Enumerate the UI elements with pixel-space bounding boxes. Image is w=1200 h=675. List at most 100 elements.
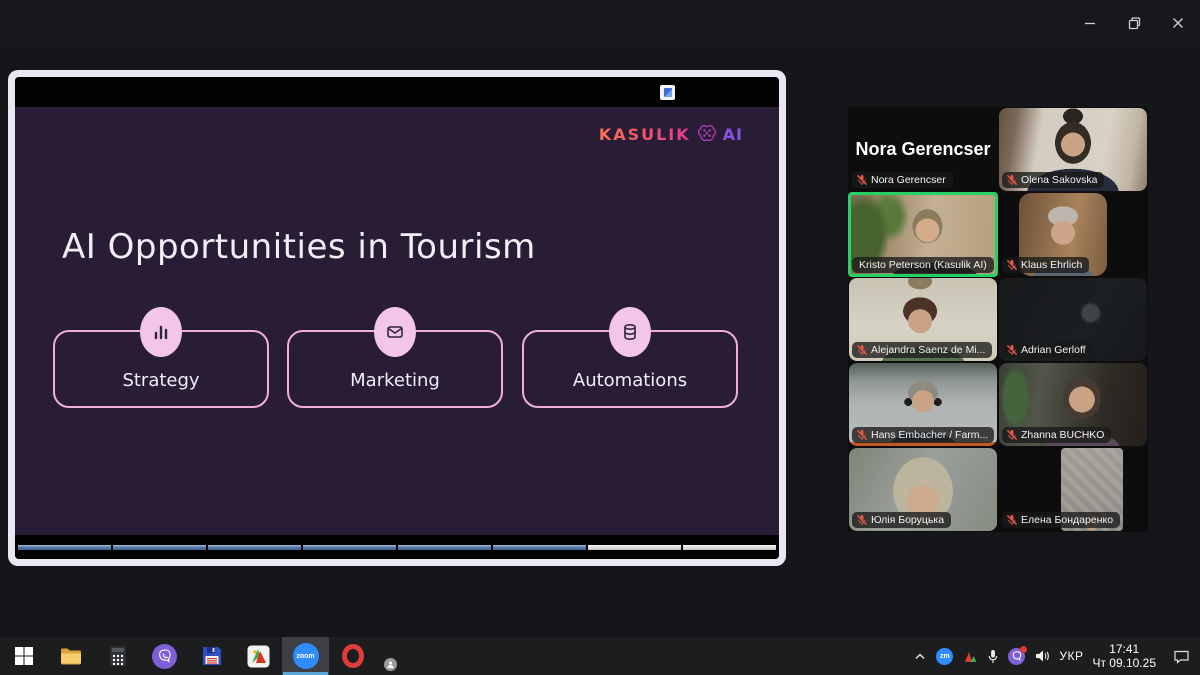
tray-microphone-button[interactable] — [987, 649, 999, 664]
speaker-icon — [1034, 649, 1050, 663]
meeting-main-area: KASULIK AI AI Opportunities in Tourism — [0, 46, 1200, 637]
participant-tile-adrian-gerloff[interactable]: Adrian Gerloff — [998, 277, 1148, 362]
viber-button[interactable] — [141, 637, 188, 675]
floppy-disk-icon — [200, 644, 224, 668]
participant-tile-olena-sakovska[interactable]: Olena Sakovska — [998, 107, 1148, 192]
window-controls — [1068, 0, 1200, 46]
restore-icon — [1128, 17, 1141, 30]
minimize-icon — [1084, 17, 1096, 29]
kasulik-ai-logo: KASULIK AI — [599, 124, 743, 144]
progress-segment — [113, 545, 206, 550]
tray-chevron-button[interactable] — [913, 650, 927, 662]
start-button[interactable] — [0, 637, 47, 675]
participant-name-label: Alejandra Saenz de Mi... — [852, 342, 992, 358]
envelope-icon — [374, 307, 416, 357]
calculator-button[interactable] — [94, 637, 141, 675]
viber-icon — [152, 644, 177, 669]
chevron-up-icon — [913, 650, 927, 662]
slide-progress-bar — [18, 545, 776, 550]
progress-segment — [208, 545, 301, 550]
participant-tile-nora-gerencser[interactable]: Nora Gerencser Nora Gerencser — [848, 107, 998, 192]
participant-name-label: Юлія Боруцька — [852, 512, 951, 528]
tray-time: 17:41 — [1092, 642, 1156, 656]
file-explorer-icon — [58, 643, 84, 669]
participant-tile-hans-embacher[interactable]: Hans Embacher / Farm... — [848, 362, 998, 447]
zoom-app-button[interactable]: zoom — [282, 637, 329, 675]
edge-icon — [387, 643, 413, 669]
participant-name-label: Nora Gerencser — [852, 172, 953, 188]
tray-viber-button[interactable] — [1008, 648, 1025, 665]
participant-tile-alejandra-saenz[interactable]: Alejandra Saenz de Mi... — [848, 277, 998, 362]
shared-screen-frame: KASULIK AI AI Opportunities in Tourism — [8, 70, 786, 566]
participant-name-label: Hans Embacher / Farm... — [852, 427, 994, 443]
action-center-button[interactable] — [1173, 649, 1190, 664]
muted-mic-icon — [1006, 344, 1018, 356]
participant-tile-klaus-ehrlich[interactable]: Klaus Ehrlich — [998, 192, 1148, 277]
participant-tile-yulia-borutska[interactable]: Юлія Боруцька — [848, 447, 998, 532]
action-center-icon — [1173, 649, 1190, 664]
progress-segment — [398, 545, 491, 550]
restore-button[interactable] — [1112, 0, 1156, 46]
calculator-icon — [106, 644, 130, 668]
close-button[interactable] — [1156, 0, 1200, 46]
taskbar-apps: zoom — [0, 637, 423, 675]
shared-screen-top-strip — [15, 77, 779, 107]
brain-icon — [696, 124, 718, 144]
card-automations-label: Automations — [524, 370, 736, 391]
tray-graphics-button[interactable] — [962, 649, 978, 664]
participant-name-label: Елена Бондаренко — [1002, 512, 1120, 528]
participants-panel: Nora Gerencser Nora Gerencser Olena Sako… — [848, 107, 1148, 532]
shared-screen-content: KASULIK AI AI Opportunities in Tourism — [15, 77, 779, 559]
presentation-slide: KASULIK AI AI Opportunities in Tourism — [15, 107, 779, 535]
participant-display-name: Nora Gerencser — [848, 139, 998, 160]
progress-segment — [303, 545, 396, 550]
bar-chart-icon — [140, 307, 182, 357]
muted-mic-icon — [856, 174, 868, 186]
progress-segment — [588, 545, 681, 550]
muted-mic-icon — [1006, 514, 1018, 526]
muted-mic-icon — [856, 344, 868, 356]
participant-tile-kristo-peterson[interactable]: Kristo Peterson (Kasulik AI) — [848, 192, 998, 277]
participant-tile-elena-bondarenko[interactable]: Елена Бондаренко — [998, 447, 1148, 532]
tray-clock[interactable]: 17:41 Чт 09.10.25 — [1092, 642, 1156, 670]
language-indicator[interactable]: УКР — [1059, 649, 1083, 663]
file-explorer-button[interactable] — [47, 637, 94, 675]
brand-suffix: AI — [723, 125, 743, 144]
shared-screen-bottom-strip — [15, 535, 779, 559]
windows-taskbar: zoom zm — [0, 637, 1200, 675]
progress-segment — [493, 545, 586, 550]
card-strategy: Strategy — [53, 330, 269, 408]
window-titlebar — [0, 0, 1200, 46]
progress-segment — [18, 545, 111, 550]
red-green-peak-icon — [962, 649, 978, 664]
tray-volume-button[interactable] — [1034, 649, 1050, 663]
muted-mic-icon — [1006, 429, 1018, 441]
edge-button[interactable] — [376, 637, 423, 675]
brand-name: KASULIK — [599, 125, 691, 144]
system-tray: zm УКР 17:41 Чт 09.10.25 — [913, 637, 1200, 675]
microphone-icon — [987, 649, 999, 664]
media-app-icon — [246, 644, 271, 669]
zoom-tray-icon: zm — [936, 648, 953, 665]
opera-icon — [342, 644, 364, 668]
card-marketing: Marketing — [287, 330, 503, 408]
participant-name-label: Klaus Ehrlich — [1002, 257, 1089, 273]
muted-mic-icon — [856, 514, 868, 526]
close-icon — [1172, 17, 1184, 29]
participant-name-label: Zhanna BUCHKO — [1002, 427, 1111, 443]
minimize-button[interactable] — [1068, 0, 1112, 46]
presentation-mini-icon — [660, 85, 675, 100]
edge-profile-avatar — [384, 658, 397, 671]
muted-mic-icon — [856, 429, 868, 441]
notification-badge — [1020, 646, 1027, 653]
viber-tray-icon — [1008, 648, 1025, 665]
database-icon — [609, 307, 651, 357]
opera-button[interactable] — [329, 637, 376, 675]
windows-logo-icon — [13, 645, 35, 667]
tray-zoom-button[interactable]: zm — [936, 648, 953, 665]
zoom-icon: zoom — [293, 643, 319, 669]
floppy-app-button[interactable] — [188, 637, 235, 675]
muted-mic-icon — [1006, 259, 1018, 271]
media-app-button[interactable] — [235, 637, 282, 675]
participant-tile-zhanna-buchko[interactable]: Zhanna BUCHKO — [998, 362, 1148, 447]
